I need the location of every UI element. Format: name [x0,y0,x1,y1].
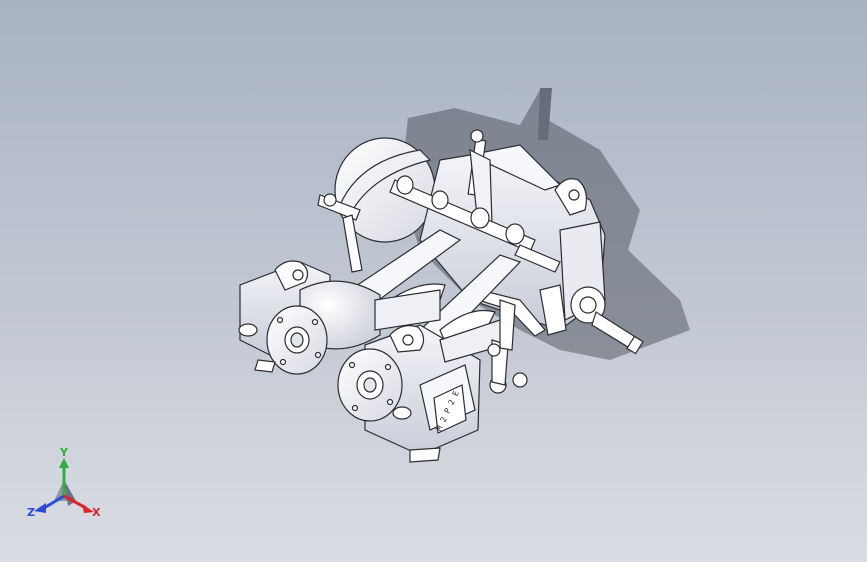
z-axis-label: Z [27,506,35,519]
y-axis-label: Y [59,446,69,459]
view-orientation-triad[interactable]: Y X Z [24,446,104,526]
graphics-viewport[interactable]: M 2 P 2 E Y X Z [0,0,867,562]
x-axis-label: X [92,506,101,519]
engine-model[interactable]: M 2 P 2 E [0,0,867,562]
z-axis-arrow [34,494,65,513]
